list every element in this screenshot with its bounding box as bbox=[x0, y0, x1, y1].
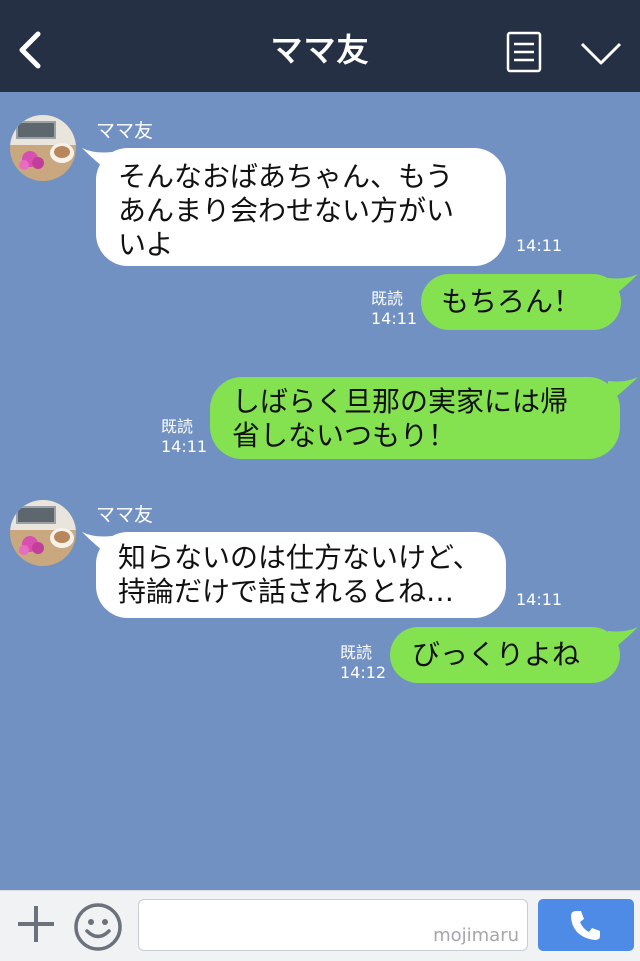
message-line: そんなおばあちゃん、もう bbox=[118, 160, 454, 193]
timestamp: 14:11 bbox=[516, 236, 563, 255]
incoming-message-bubble[interactable]: そんなおばあちゃん、もう あんまり会わせない方がい いよ bbox=[96, 148, 506, 266]
smiley-icon[interactable] bbox=[73, 902, 123, 952]
message-input[interactable]: mojimaru bbox=[138, 899, 528, 951]
avatar[interactable] bbox=[10, 500, 76, 566]
watermark: mojimaru bbox=[433, 925, 519, 946]
phone-icon bbox=[571, 911, 600, 940]
chevron-down-icon[interactable] bbox=[580, 41, 622, 67]
message-meta: 14:11 bbox=[516, 590, 562, 610]
call-button[interactable] bbox=[538, 899, 634, 951]
bubble-tail bbox=[608, 377, 638, 403]
timestamp: 14:12 bbox=[340, 663, 387, 682]
message-line: 知らないのは仕方ないけど、 bbox=[118, 541, 481, 574]
message-line: いよ bbox=[118, 228, 174, 261]
bubble-tail bbox=[608, 274, 638, 300]
message-line: しばらく旦那の実家には帰 bbox=[232, 385, 569, 418]
read-receipt: 既読 bbox=[161, 417, 194, 436]
read-receipt: 既読 bbox=[371, 289, 404, 308]
chat-header: ママ友 bbox=[0, 0, 640, 92]
avatar[interactable] bbox=[10, 115, 76, 181]
read-receipt: 既読 bbox=[340, 643, 373, 662]
message-meta: 既読 14:12 bbox=[340, 643, 386, 683]
message-line: あんまり会わせない方がい bbox=[118, 194, 455, 227]
chat-title: ママ友 bbox=[270, 31, 370, 69]
timestamp: 14:11 bbox=[161, 437, 208, 456]
message-line: びっくりよね bbox=[412, 638, 581, 671]
message-meta: 既読 14:11 bbox=[371, 289, 417, 329]
sender-name: ママ友 bbox=[96, 120, 154, 142]
plus-icon[interactable] bbox=[16, 904, 56, 944]
outgoing-message-bubble[interactable]: しばらく旦那の実家には帰 省しないつもり！ bbox=[210, 377, 620, 459]
timestamp: 14:11 bbox=[516, 590, 563, 609]
incoming-message-bubble[interactable]: 知らないのは仕方ないけど、 持論だけで話されるとね… bbox=[96, 532, 506, 618]
message-list[interactable]: ママ友 そんなおばあちゃん、もう あんまり会わせない方がい いよ 14:11 既… bbox=[0, 92, 640, 890]
timestamp: 14:11 bbox=[371, 309, 418, 328]
bubble-tail bbox=[608, 627, 638, 653]
message-line: 持論だけで話されるとね… bbox=[118, 575, 455, 608]
bubble-tail bbox=[82, 148, 112, 174]
outgoing-message-bubble[interactable]: びっくりよね bbox=[390, 627, 620, 683]
message-meta: 14:11 bbox=[516, 236, 562, 256]
input-bar: mojimaru bbox=[0, 890, 640, 961]
message-line: 省しないつもり！ bbox=[232, 419, 457, 452]
outgoing-message-bubble[interactable]: もちろん！ bbox=[421, 274, 621, 330]
message-meta: 既読 14:11 bbox=[161, 417, 207, 457]
list-icon[interactable] bbox=[506, 31, 542, 73]
sender-name: ママ友 bbox=[96, 504, 154, 526]
message-line: もちろん！ bbox=[441, 285, 582, 318]
bubble-tail bbox=[82, 532, 112, 558]
